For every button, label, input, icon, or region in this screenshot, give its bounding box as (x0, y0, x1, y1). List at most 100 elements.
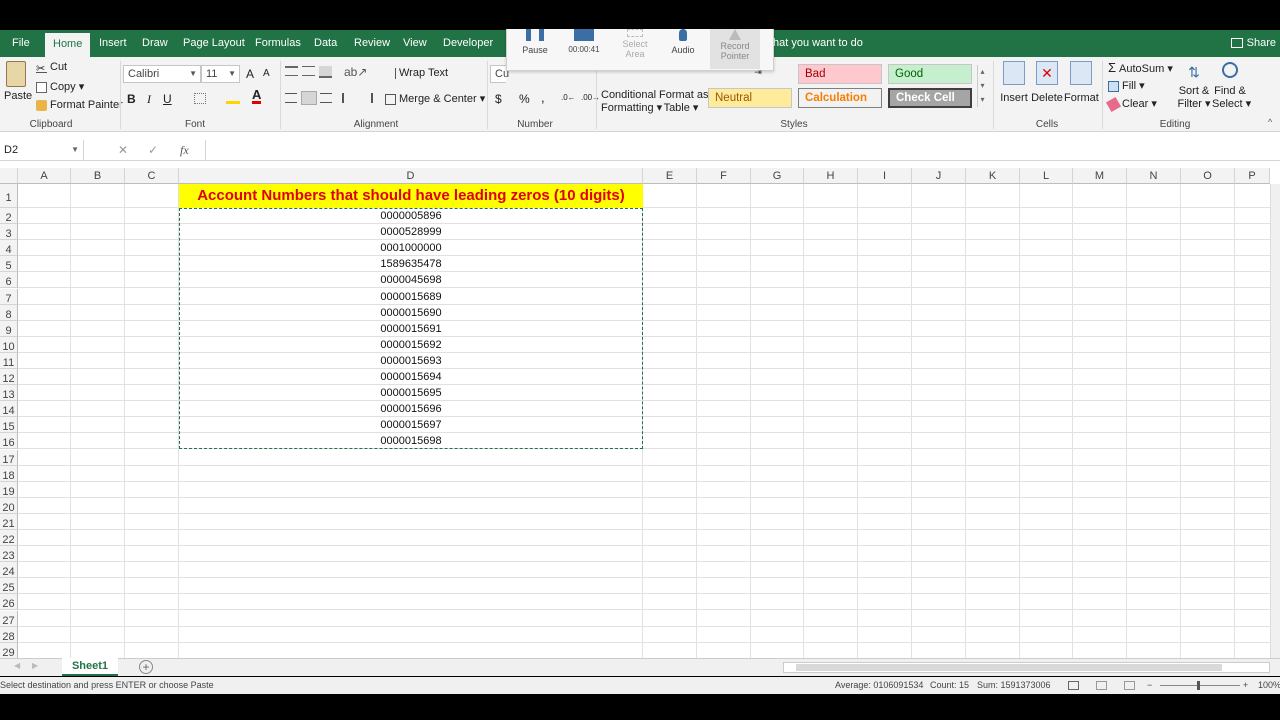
column-header-k[interactable]: K (966, 168, 1020, 184)
pin-icon[interactable]: ⇥ (748, 67, 768, 78)
conditional-formatting-button[interactable]: Conditional Formatting ▾ (601, 89, 662, 115)
row-header-12[interactable]: 12 (0, 369, 18, 385)
row-header-2[interactable]: 2 (0, 208, 18, 224)
column-header-h[interactable]: H (804, 168, 858, 184)
page-layout-view-icon[interactable] (1096, 681, 1107, 690)
column-header-b[interactable]: B (71, 168, 125, 184)
sort-filter-button[interactable]: ⇅ Sort & Filter ▾ (1176, 61, 1212, 111)
wrap-text-button[interactable]: Wrap Text (385, 67, 448, 79)
row-header-13[interactable]: 13 (0, 385, 18, 402)
pause-button[interactable]: Pause (510, 29, 560, 55)
align-middle-icon[interactable] (302, 66, 315, 76)
worksheet-grid[interactable]: ABCDEFGHIJKLMNOP 1 2 3 4 5 6 7 8 9 10 11 12 13 14 15 16… (0, 168, 1280, 658)
row-header-28[interactable]: 28 (0, 626, 18, 643)
zoom-slider[interactable] (1160, 685, 1240, 686)
row-header-29[interactable]: 29 (0, 642, 18, 658)
tab-formulas[interactable]: Formulas (247, 30, 309, 57)
next-sheet-icon[interactable]: ▶ (32, 661, 38, 670)
style-neutral[interactable]: Neutral (708, 88, 792, 108)
zoom-level[interactable]: 100% (1258, 677, 1280, 694)
column-header-f[interactable]: F (697, 168, 751, 184)
column-header-n[interactable]: N (1127, 168, 1181, 184)
tab-review[interactable]: Review (346, 30, 398, 57)
copy-button[interactable]: Copy ▾ (36, 80, 84, 93)
row-header-5[interactable]: 5 (0, 256, 18, 273)
increase-decimal-icon[interactable]: .0← (561, 93, 576, 102)
audio-button[interactable]: Audio (658, 29, 708, 55)
zoom-in-icon[interactable]: + (1243, 677, 1248, 694)
tab-file[interactable]: File (4, 30, 38, 57)
column-header-m[interactable]: M (1073, 168, 1127, 184)
format-cells-button[interactable]: Format (1064, 61, 1099, 104)
share-button[interactable]: Share (1230, 30, 1276, 57)
row-header-23[interactable]: 23 (0, 546, 18, 563)
enter-icon[interactable]: ✓ (148, 140, 158, 160)
row-header-15[interactable]: 15 (0, 417, 18, 434)
page-break-view-icon[interactable] (1124, 681, 1135, 690)
clear-button[interactable]: Clear ▾ (1105, 96, 1157, 112)
row-header-25[interactable]: 25 (0, 578, 18, 595)
styles-scroll[interactable]: ▴ ▾ ▾ (977, 65, 987, 107)
row-header-3[interactable]: 3 (0, 224, 18, 241)
add-sheet-icon[interactable]: + (139, 660, 153, 674)
row-header-24[interactable]: 24 (0, 562, 18, 579)
cut-button[interactable]: ✂ Cut (36, 61, 67, 75)
row-header-8[interactable]: 8 (0, 304, 18, 321)
select-all-corner[interactable] (0, 168, 18, 184)
increase-indent-icon[interactable] (360, 93, 373, 103)
paste-button[interactable]: Paste (4, 61, 32, 102)
tab-page-layout[interactable]: Page Layout (175, 30, 253, 57)
row-header-22[interactable]: 22 (0, 530, 18, 546)
record-pointer-button[interactable]: Record Pointer (710, 29, 760, 69)
style-good[interactable]: Good (888, 64, 972, 84)
vertical-scrollbar[interactable] (1270, 184, 1280, 658)
row-header-10[interactable]: 10 (0, 336, 18, 353)
style-check-cell[interactable]: Check Cell (888, 88, 972, 108)
column-header-d[interactable]: D (179, 168, 643, 184)
borders-icon[interactable] (194, 93, 206, 104)
align-top-icon[interactable] (285, 66, 298, 76)
column-header-j[interactable]: J (912, 168, 966, 184)
row-header-14[interactable]: 14 (0, 401, 18, 418)
column-header-a[interactable]: A (18, 168, 71, 184)
format-painter-button[interactable]: Format Painter (36, 99, 123, 111)
italic-button[interactable]: I (147, 92, 151, 107)
tab-draw[interactable]: Draw (134, 30, 176, 57)
row-header-7[interactable]: 7 (0, 288, 18, 305)
row-header-1[interactable]: 1 (0, 184, 18, 208)
stop-button[interactable]: 00:00:41 (559, 29, 609, 54)
font-name-dropdown[interactable]: Calibri ▼ (123, 65, 201, 83)
merge-center-button[interactable]: Merge & Center ▾ (385, 92, 485, 105)
font-color-icon[interactable]: A (252, 88, 262, 104)
align-bottom-icon[interactable] (319, 66, 332, 78)
row-header-6[interactable]: 6 (0, 272, 18, 289)
bold-button[interactable]: B (127, 92, 136, 106)
style-bad[interactable]: Bad (798, 64, 882, 84)
currency-button[interactable]: $ (495, 92, 502, 106)
insert-cells-button[interactable]: Insert (998, 61, 1030, 104)
tab-data[interactable]: Data (306, 30, 345, 57)
horizontal-scrollbar[interactable] (783, 662, 1270, 673)
name-box[interactable]: D2 ▼ (0, 140, 84, 160)
column-header-l[interactable]: L (1020, 168, 1073, 184)
decrease-indent-icon[interactable] (342, 93, 355, 103)
align-left-icon[interactable] (285, 93, 297, 103)
row-header-4[interactable]: 4 (0, 240, 18, 257)
column-header-c[interactable]: C (125, 168, 179, 184)
tab-view[interactable]: View (395, 30, 435, 57)
row-header-18[interactable]: 18 (0, 465, 18, 482)
grow-font-button[interactable]: A (246, 67, 254, 81)
cancel-icon[interactable]: ✕ (118, 140, 128, 160)
row-header-27[interactable]: 27 (0, 610, 18, 627)
font-size-dropdown[interactable]: 11 ▼ (201, 65, 240, 83)
percent-button[interactable]: % (519, 92, 530, 106)
column-header-e[interactable]: E (643, 168, 697, 184)
row-header-20[interactable]: 20 (0, 497, 18, 514)
align-right-icon[interactable] (320, 93, 332, 103)
tab-insert[interactable]: Insert (91, 30, 135, 57)
fill-color-icon[interactable] (226, 90, 240, 104)
row-header-11[interactable]: 11 (0, 352, 18, 369)
underline-button[interactable]: U (163, 92, 172, 106)
tell-me-search[interactable]: hat you want to do (773, 30, 863, 57)
insert-function-icon[interactable]: fx (180, 140, 189, 160)
